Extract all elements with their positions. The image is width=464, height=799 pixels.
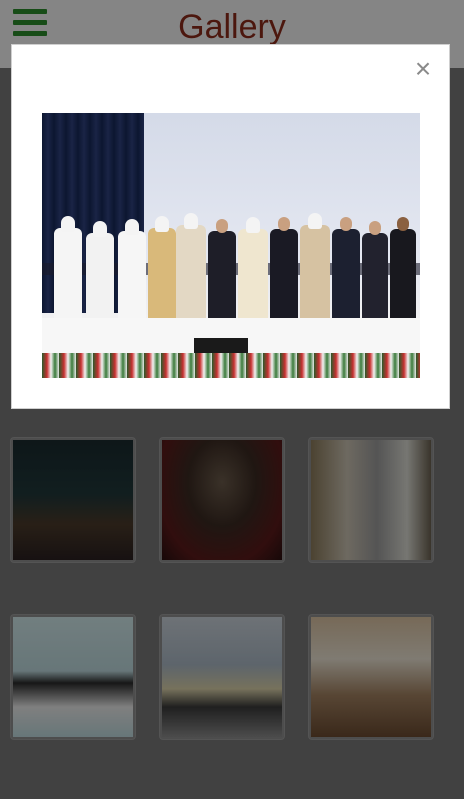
lightbox-photo bbox=[42, 113, 420, 378]
image-lightbox: × bbox=[11, 44, 450, 409]
close-icon[interactable]: × bbox=[411, 55, 435, 83]
